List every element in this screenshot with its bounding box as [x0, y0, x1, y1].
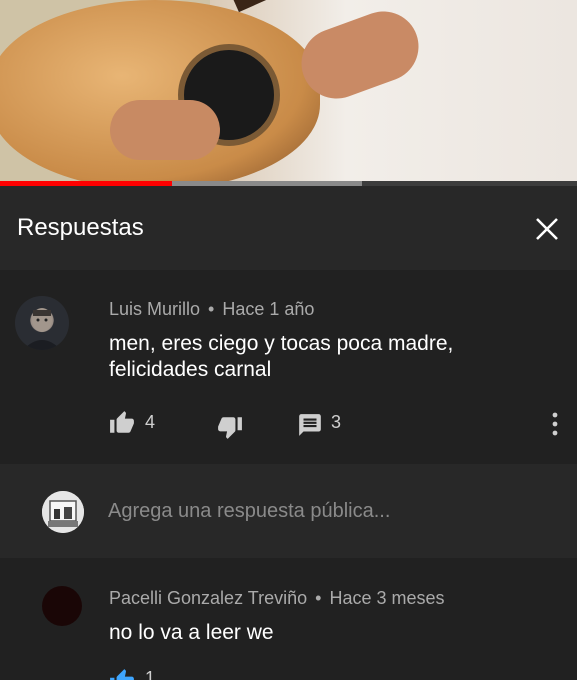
avatar[interactable]: [42, 586, 82, 626]
dislike-button[interactable]: [216, 414, 244, 440]
close-button[interactable]: [532, 214, 562, 244]
close-icon: [536, 218, 558, 240]
reply-like-count: 1: [145, 668, 156, 680]
reply-comment: [0, 558, 577, 680]
like-icon: [110, 669, 134, 680]
comment-time[interactable]: Hace 1 año: [222, 299, 314, 319]
meta-separator: •: [208, 299, 215, 319]
comment-author[interactable]: Luis Murillo: [109, 299, 200, 319]
current-user-avatar: [42, 491, 84, 533]
panel-title: Respuestas: [17, 214, 144, 241]
avatar-image: [23, 308, 61, 350]
reply-input[interactable]: Agrega una respuesta pública...: [108, 500, 390, 523]
like-icon: [110, 411, 134, 433]
video-hand: [110, 100, 220, 160]
comment-text: men, eres ciego y tocas poca madre, feli…: [109, 331, 453, 383]
reply-text: no lo va a leer we: [109, 621, 274, 644]
video-player[interactable]: [0, 0, 577, 186]
reply-like-button[interactable]: [108, 668, 136, 680]
reply-icon: [299, 414, 321, 436]
meta-separator: •: [315, 588, 322, 608]
more-button[interactable]: [548, 410, 562, 438]
more-vert-icon: [552, 412, 558, 436]
avatar[interactable]: [15, 296, 69, 350]
video-guitar-neck: [221, 0, 459, 13]
reply-button[interactable]: [297, 412, 323, 438]
like-count: 4: [145, 412, 156, 432]
replies-header: Respuestas: [0, 186, 577, 270]
comment-meta: Luis Murillo • Hace 1 año: [109, 299, 314, 320]
reply-count: 3: [331, 412, 342, 432]
reply-meta: Pacelli Gonzalez Treviño • Hace 3 meses: [109, 588, 445, 609]
like-button[interactable]: [108, 410, 136, 436]
comment-text-line-2: felicidades carnal: [109, 358, 272, 381]
reply-time[interactable]: Hace 3 meses: [329, 588, 444, 608]
avatar-image: [42, 491, 84, 533]
reply-author[interactable]: Pacelli Gonzalez Treviño: [109, 588, 307, 608]
dislike-icon: [218, 417, 242, 439]
comment-text-line-1: men, eres ciego y tocas poca madre,: [109, 332, 454, 355]
